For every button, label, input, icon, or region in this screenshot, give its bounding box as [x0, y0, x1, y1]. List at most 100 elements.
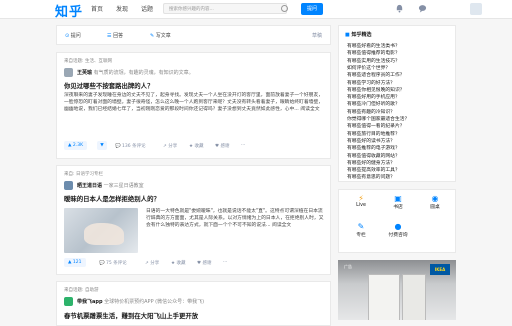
answer-title[interactable]: 春节机票蹭票生活，赚到在大阳飞山上手更开放 [64, 311, 198, 320]
featured-link[interactable]: 有哪些实用的生活技巧？ [347, 57, 400, 64]
author-avatar[interactable] [64, 297, 73, 306]
thumbnail-hands-shape [84, 223, 124, 245]
comment-icon: 💬 [99, 261, 105, 266]
more-button[interactable]: ··· [223, 260, 227, 265]
paid-consult-label: 付费咨询 [388, 233, 408, 238]
thanks-button[interactable]: ♥ 感谢 [197, 260, 211, 266]
featured-link[interactable]: 有哪些好看的生活类书？ [347, 42, 400, 49]
featured-link[interactable]: 有哪些好用的手机应用？ [347, 93, 400, 100]
star-icon: ★ [171, 261, 176, 266]
collect-button[interactable]: ★ 收藏 [171, 260, 185, 266]
article-excerpt[interactable]: 日语的一大特色就是"委婉暧昧"，也就是说话不能太"直"。这特点可谓深植在日本流行… [146, 208, 326, 250]
featured-link[interactable]: 有哪些冷门但好听的歌？ [347, 100, 400, 107]
answer-icon: ☰ [107, 33, 112, 39]
comments-count: 136 条评论 [122, 144, 146, 149]
author-name[interactable]: 王芙瑜 [77, 70, 92, 76]
lightning-icon: ⚡ [358, 194, 364, 203]
chat-icon: ● [394, 222, 402, 231]
composer-ask[interactable]: ⊙ 提问 [65, 32, 81, 39]
featured-link[interactable]: 有哪些值得一看的纪录片？ [347, 122, 405, 129]
messages-icon[interactable] [418, 4, 427, 13]
pen-icon: ✎ [357, 222, 365, 231]
featured-link[interactable]: 你觉得哪个国家最适合生活？ [347, 115, 409, 122]
featured-link[interactable]: 有哪些你相见恨晚的知识？ [347, 86, 405, 93]
collect-label: 收藏 [194, 144, 204, 149]
featured-link[interactable]: 有哪些学习的好方法？ [347, 79, 395, 86]
ad-shelf-shape [402, 274, 426, 320]
composer-answer[interactable]: ☰ 回答 [107, 32, 123, 39]
feed-source: 来自话题: 自助游 [64, 288, 99, 293]
heart-icon: ♥ [215, 144, 220, 149]
feed-card: 来自话题: 生活、互联网 王芙瑜 有气质的流氓，有趣的灵魂，有知识的文章。 你见… [56, 52, 331, 159]
share-label: 分享 [150, 261, 160, 266]
featured-link[interactable]: 有哪些值得推荐的电影？ [347, 49, 400, 56]
featured-link[interactable]: 有哪些好的健身方法？ [347, 159, 395, 166]
upvote-count: 121 [72, 260, 82, 265]
notification-bell-icon[interactable] [395, 4, 404, 13]
column-label: 专栏 [356, 233, 366, 238]
roundtable-entry[interactable]: ◉ 圆桌 [421, 194, 449, 210]
upvote-button[interactable]: ▲ 2.3K [64, 141, 88, 150]
answer-excerpt[interactable]: 深夜聊来的妻子发现睡在身边的丈夫不见了，起身寻找。发现丈夫一个人坐在没开灯的客厅… [64, 92, 326, 134]
comments-count: 75 条评论 [106, 261, 127, 266]
author-avatar[interactable] [64, 68, 73, 77]
featured-link[interactable]: 有哪些好的读书方法？ [347, 137, 395, 144]
paid-consult-entry[interactable]: ● 付费咨询 [384, 222, 412, 238]
featured-link[interactable]: 有哪些适合程序员的工作？ [347, 71, 405, 78]
nav-topics[interactable]: 话题 [141, 4, 153, 13]
feed-card: 来自: 日语学习专栏 晒王道日语 一家三星日语教室 暧昧的日本人是怎样拒绝别人的… [56, 165, 331, 275]
comments-button[interactable]: 💬 75 条评论 [99, 260, 127, 266]
author-name[interactable]: 晒王道日语 [77, 183, 102, 189]
share-icon: ↗ [163, 144, 167, 149]
bookstore-entry[interactable]: ▣ 书店 [384, 194, 412, 210]
nav-discover[interactable]: 发现 [116, 4, 128, 13]
article-title[interactable]: 暧昧的日本人是怎样拒绝别人的？ [64, 194, 160, 203]
featured-icon: ■ [345, 32, 350, 38]
search-input[interactable]: 搜索你感兴趣的内容... [163, 3, 287, 14]
column-entry[interactable]: ✎ 专栏 [347, 222, 375, 238]
comment-icon: 💬 [115, 144, 121, 149]
composer-answer-label: 回答 [113, 33, 124, 39]
more-button[interactable]: ··· [241, 143, 245, 148]
author-line: 晒王道日语 一家三星日语教室 [77, 182, 144, 189]
thanks-button[interactable]: ♥ 感谢 [215, 143, 229, 149]
search-icon[interactable] [281, 5, 288, 12]
sidebar-ad[interactable]: IKEA 广告 [338, 260, 456, 320]
draft-link[interactable]: 草稿 [312, 32, 322, 39]
downvote-button[interactable]: ▼ [97, 141, 107, 150]
featured-link[interactable]: 有哪些推荐的电子游戏？ [347, 144, 400, 151]
author-name[interactable]: 带我飞app [77, 299, 103, 305]
composer-bar: ⊙ 提问 ☰ 回答 ✎ 写文章 草稿 [56, 25, 331, 45]
pen-icon: ✎ [150, 33, 155, 39]
answer-title[interactable]: 你见过哪些不按套路出牌的人？ [64, 81, 153, 90]
featured-link[interactable]: 有哪些提高效率的工具？ [347, 166, 400, 173]
ad-brand-logo: IKEA [430, 264, 450, 275]
share-button[interactable]: ↗ 分享 [163, 143, 177, 149]
nav-home[interactable]: 首页 [91, 4, 103, 13]
author-description: 有气质的流氓，有趣的灵魂，有知识的文章。 [93, 70, 194, 76]
star-icon: ★ [189, 144, 194, 149]
ask-question-button[interactable]: 提问 [301, 3, 323, 15]
featured-link[interactable]: 有哪些有意思的问题？ [347, 173, 395, 180]
article-thumbnail[interactable] [64, 208, 138, 253]
featured-link[interactable]: 有哪些有趣的冷知识？ [347, 108, 395, 115]
comments-button[interactable]: 💬 136 条评论 [115, 143, 146, 149]
thanks-label: 感谢 [202, 261, 212, 266]
composer-article[interactable]: ✎ 写文章 [150, 32, 171, 39]
book-icon: ▣ [394, 194, 402, 203]
author-avatar[interactable] [64, 181, 73, 190]
live-label: Live [356, 203, 366, 208]
share-button[interactable]: ↗ 分享 [145, 260, 159, 266]
live-entry[interactable]: ⚡ Live [347, 194, 375, 208]
zhihu-logo[interactable]: 知乎 [55, 1, 83, 20]
avatar[interactable] [470, 3, 482, 15]
top-bar: 知乎 首页 发现 话题 搜索你感兴趣的内容... 提问 [0, 0, 512, 20]
featured-link[interactable]: 如何评价这个世界？ [347, 64, 390, 71]
author-description: 一家三星日语教室 [103, 183, 144, 189]
featured-link[interactable]: 有哪些值得收藏的网站？ [347, 152, 400, 159]
upvote-button[interactable]: ▲ 121 [64, 258, 86, 267]
collect-button[interactable]: ★ 收藏 [189, 143, 203, 149]
featured-link[interactable]: 有哪些旅行目的地推荐？ [347, 130, 400, 137]
share-label: 分享 [168, 144, 178, 149]
heart-icon: ♥ [197, 261, 202, 266]
